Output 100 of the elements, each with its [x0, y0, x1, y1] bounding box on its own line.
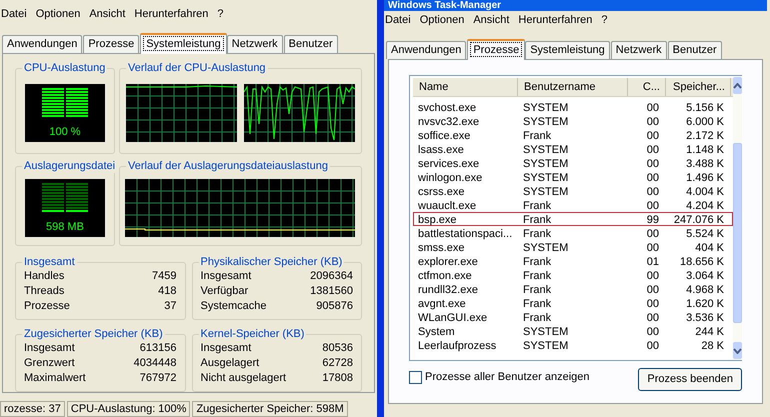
- process-row[interactable]: lsass.exe SYSTEM 00 1.148 K: [413, 142, 733, 156]
- scroll-up-icon[interactable]: [733, 77, 742, 94]
- column-header[interactable]: C...: [628, 78, 666, 96]
- scrollbar[interactable]: [733, 76, 742, 360]
- table-cell-text: nvsvc32.exe: [417, 115, 480, 129]
- stat-label: Nicht ausgelagert: [200, 370, 286, 386]
- table-cell-text: 00: [646, 339, 660, 353]
- tab[interactable]: Prozesse: [83, 34, 140, 52]
- process-row[interactable]: avgnt.exe Frank 00 1.620 K: [413, 296, 733, 310]
- stat-value: 7459: [152, 268, 176, 284]
- process-row[interactable]: nvsvc32.exe SYSTEM 00 6.000 K: [413, 114, 733, 128]
- process-row[interactable]: svchost.exe SYSTEM 00 5.156 K: [413, 100, 733, 114]
- end-process-button[interactable]: Prozess beenden: [638, 368, 742, 391]
- meter-reading: 598 MB: [46, 220, 84, 232]
- tab[interactable]: Netzwerk: [610, 41, 667, 59]
- table-cell-text: Frank: [522, 213, 552, 227]
- group-title: Verlauf der CPU-Auslastung: [126, 60, 268, 74]
- table-cell-text: 00: [646, 157, 660, 171]
- stat-label: Grenzwert: [24, 356, 75, 370]
- menu-item[interactable]: ?: [217, 6, 224, 23]
- table-cell-text: SYSTEM: [522, 185, 570, 199]
- stat-label: Threads: [24, 284, 64, 298]
- table-cell-text: 5.524 K: [685, 227, 725, 241]
- table-cell-text: 247.076 K: [672, 213, 725, 227]
- menu-item[interactable]: Optionen: [420, 12, 464, 28]
- table-cell-text: 404 K: [694, 241, 725, 255]
- tab[interactable]: Benutzer: [668, 41, 722, 59]
- process-row[interactable]: soffice.exe Frank 00 2.172 K: [413, 128, 733, 142]
- process-row[interactable]: WLanGUI.exe Frank 00 3.536 K: [413, 310, 733, 324]
- scroll-thumb[interactable]: [733, 143, 742, 323]
- window-title: Windows Task-Manager: [388, 0, 502, 10]
- tab[interactable]: Prozesse: [467, 39, 526, 60]
- process-row[interactable]: services.exe SYSTEM 00 3.488 K: [413, 156, 733, 170]
- table-cell-text: 00: [646, 115, 660, 129]
- process-row[interactable]: smss.exe SYSTEM 00 404 K: [413, 240, 733, 254]
- table-cell-text: bsp.exe: [417, 213, 458, 227]
- process-row[interactable]: explorer.exe Frank 01 18.656 K: [413, 254, 733, 268]
- process-row[interactable]: battlestationspaci... Frank 00 5.524 K: [413, 226, 733, 240]
- tab[interactable]: Anwendungen: [2, 34, 82, 52]
- process-row[interactable]: csrss.exe SYSTEM 00 4.004 K: [413, 184, 733, 198]
- group-title: CPU-Auslastung: [22, 60, 108, 74]
- table-cell-text: 00: [646, 101, 660, 115]
- table-cell-text: SYSTEM: [522, 157, 570, 171]
- checkbox-label[interactable]: Prozesse aller Benutzer anzeigen: [425, 369, 590, 386]
- table-cell-text: svchost.exe: [417, 101, 478, 115]
- scroll-down-icon[interactable]: [733, 342, 742, 359]
- menu-item[interactable]: Optionen: [36, 6, 80, 23]
- menu-item[interactable]: Herunterfahren: [518, 12, 592, 28]
- column-header[interactable]: Name: [413, 78, 518, 96]
- column-header[interactable]: Benutzername: [518, 78, 628, 96]
- table-cell-text: 3.488 K: [685, 157, 725, 171]
- stat-value: 2096364: [310, 268, 353, 284]
- process-row[interactable]: Leerlaufprozess SYSTEM 00 28 K: [413, 338, 733, 352]
- status-bar-field: CPU-Auslastung: 100%: [66, 400, 190, 417]
- tab[interactable]: Netzwerk: [226, 34, 283, 52]
- checkbox[interactable]: [409, 370, 422, 384]
- table-cell-text: 00: [646, 143, 660, 157]
- table-cell-text: 00: [646, 171, 660, 185]
- table-cell-text: 99: [646, 213, 660, 227]
- process-row[interactable]: winlogon.exe SYSTEM 00 1.496 K: [413, 170, 733, 184]
- stat-value: 767972: [140, 370, 176, 386]
- table-cell-text: 3.064 K: [685, 269, 725, 283]
- tab[interactable]: Benutzer: [284, 34, 338, 52]
- menu-item[interactable]: Datei: [1, 6, 27, 23]
- menu-item[interactable]: Ansicht: [473, 12, 510, 28]
- table-cell-text: rundll32.exe: [417, 283, 479, 297]
- column-header[interactable]: Speicher...: [666, 78, 731, 96]
- table-cell-text: 18.656 K: [678, 255, 725, 269]
- table-cell-text: SYSTEM: [522, 325, 570, 339]
- table-cell-text: wuauclt.exe: [417, 199, 478, 213]
- menu-item[interactable]: ?: [601, 12, 608, 28]
- meter-reading: 100 %: [49, 126, 81, 138]
- table-cell-text: lsass.exe: [417, 143, 465, 157]
- tab[interactable]: Anwendungen: [386, 41, 466, 59]
- menu-item[interactable]: Datei: [385, 12, 411, 28]
- tab[interactable]: Systemleistung: [140, 32, 227, 54]
- table-cell-text: SYSTEM: [522, 339, 570, 353]
- stat-label: Insgesamt: [200, 268, 252, 284]
- menu-item[interactable]: Herunterfahren: [134, 6, 208, 23]
- table-cell-text: battlestationspaci...: [417, 227, 514, 241]
- process-row[interactable]: rundll32.exe Frank 00 4.968 K: [413, 282, 733, 296]
- table-cell-text: 3.536 K: [685, 311, 725, 325]
- process-row[interactable]: bsp.exe Frank 99 247.076 K: [413, 212, 733, 226]
- stat-label: Maximalwert: [24, 370, 86, 386]
- group-title: Kernel-Speicher (KB): [198, 326, 306, 340]
- process-row[interactable]: ctfmon.exe Frank 00 3.064 K: [413, 268, 733, 282]
- process-row[interactable]: System SYSTEM 00 244 K: [413, 324, 733, 338]
- table-cell-text: 00: [646, 227, 660, 241]
- status-bar-field: Zugesicherter Speicher: 598M: [192, 400, 348, 417]
- table-cell-text: Leerlaufprozess: [417, 339, 498, 353]
- stat-label: Systemcache: [200, 298, 267, 314]
- table-cell-text: Frank: [522, 269, 552, 283]
- menu-item[interactable]: Ansicht: [89, 6, 126, 23]
- table-cell-text: Frank: [522, 199, 552, 213]
- process-row[interactable]: wuauclt.exe Frank 00 4.204 K: [413, 198, 733, 212]
- tab[interactable]: Systemleistung: [525, 41, 610, 59]
- table-cell-text: 01: [646, 255, 660, 269]
- table-cell-text: Frank: [522, 283, 552, 297]
- stat-label: Prozesse: [24, 298, 70, 314]
- table-cell-text: ctfmon.exe: [417, 269, 473, 283]
